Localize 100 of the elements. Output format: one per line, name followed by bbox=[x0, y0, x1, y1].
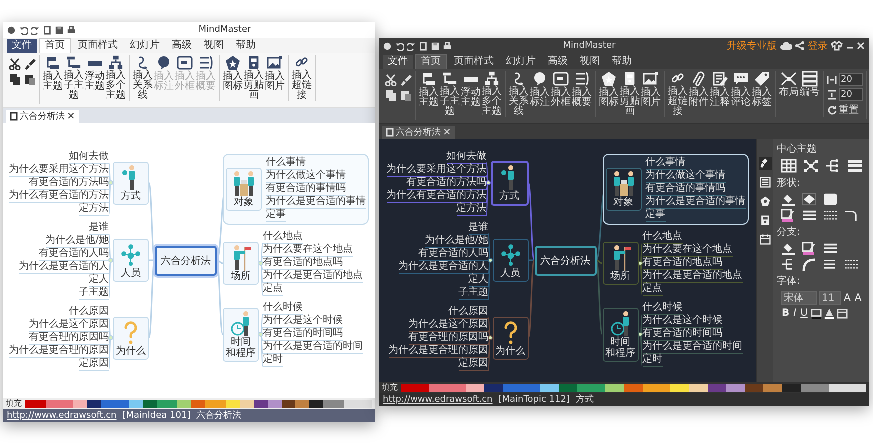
subtopic-label[interactable]: 为什么是他/她 bbox=[425, 234, 488, 248]
subtopic-label[interactable]: 有更合适的人吗 bbox=[418, 248, 488, 260]
ribbon-tab[interactable]: 视图 bbox=[575, 55, 605, 69]
subtopic-label[interactable]: 为什么是这个时候 bbox=[642, 315, 722, 328]
subtopic-label[interactable]: 为什么有更合适的方法 bbox=[386, 190, 486, 202]
ribbon-tab[interactable]: 高级 bbox=[543, 55, 573, 69]
dashed-lines-icon[interactable] bbox=[823, 209, 838, 222]
subtopic-label[interactable]: 为什么做这个事情 bbox=[646, 170, 726, 183]
subtopic-label[interactable]: 为什么是更合适的时间 bbox=[642, 341, 742, 354]
subtopic-label[interactable]: 为什么是更合适的事情 bbox=[266, 196, 366, 209]
shirt-icon[interactable] bbox=[831, 41, 843, 51]
save-icon[interactable] bbox=[431, 42, 440, 50]
topic-node[interactable]: 对象 bbox=[226, 168, 262, 211]
ribbon-button[interactable]: 插入图标 bbox=[599, 71, 619, 117]
rounded-square-icon[interactable] bbox=[823, 193, 838, 206]
subtopic-label[interactable]: 为什么要在这个地点 bbox=[263, 244, 353, 257]
subtopic-label[interactable]: 有更合适的时间吗 bbox=[263, 328, 343, 341]
undo-icon[interactable] bbox=[19, 26, 28, 34]
dashed-lines-icon[interactable] bbox=[844, 258, 859, 271]
ribbon-button[interactable]: 插入图片 bbox=[265, 55, 285, 101]
subtopic-label[interactable]: 为什么要采用这个方法 bbox=[386, 164, 486, 176]
border-pen-icon[interactable] bbox=[802, 242, 817, 255]
redo-icon[interactable] bbox=[407, 42, 416, 50]
panel-tab[interactable] bbox=[758, 157, 772, 170]
close-icon[interactable] bbox=[857, 42, 865, 50]
subtopic-label[interactable]: 是谁 bbox=[468, 222, 488, 234]
tab-close-button[interactable]: × bbox=[443, 127, 452, 138]
app-logo-icon[interactable] bbox=[383, 42, 392, 50]
subtopic-label[interactable]: 定时 bbox=[642, 354, 662, 367]
subtopic-label[interactable]: 定点 bbox=[642, 283, 662, 296]
ribbon-button[interactable]: 插入图片 bbox=[641, 71, 661, 117]
subtopic-label[interactable]: 为什么做这个事情 bbox=[266, 170, 346, 183]
ribbon-button[interactable]: 插入关系线 bbox=[133, 55, 153, 101]
subtopic-label[interactable]: 为什么是更合适的时间 bbox=[263, 341, 363, 354]
cloud-icon[interactable] bbox=[780, 41, 792, 51]
subtopic-label[interactable]: 有更合理的原因吗 bbox=[29, 332, 109, 344]
subtopic-label[interactable]: 什么地点 bbox=[642, 231, 682, 244]
copy-icon[interactable] bbox=[9, 73, 21, 85]
subtopic-label[interactable]: 定时 bbox=[263, 354, 283, 367]
paste-icon[interactable] bbox=[400, 89, 412, 101]
topic-node[interactable]: 人员 bbox=[492, 239, 528, 282]
panel-tab[interactable] bbox=[758, 233, 772, 246]
ribbon-button[interactable]: 插入主题 bbox=[43, 55, 63, 101]
redo-icon[interactable] bbox=[31, 26, 40, 34]
paste-icon[interactable] bbox=[24, 73, 36, 85]
ribbon-button[interactable]: 布局 bbox=[779, 71, 799, 117]
junction-dot[interactable] bbox=[488, 258, 493, 263]
subtopic-label[interactable]: 有更合适的事情吗 bbox=[266, 183, 346, 196]
ribbon-button[interactable]: 浮动主题 bbox=[85, 55, 105, 101]
subtopic-label[interactable]: 什么原因 bbox=[448, 306, 488, 318]
format-button[interactable]: B bbox=[781, 308, 791, 319]
topic-node[interactable]: 场所 bbox=[223, 242, 259, 285]
subtopic-label[interactable]: 为什么要采用这个方法 bbox=[9, 164, 109, 176]
subtopic-label[interactable]: 为什么是更合适的地点 bbox=[263, 270, 363, 283]
topic-node[interactable]: 对象 bbox=[606, 168, 642, 211]
ribbon-button[interactable]: 插入概要 bbox=[572, 71, 592, 117]
junction-dot[interactable] bbox=[486, 180, 491, 186]
save-icon[interactable] bbox=[55, 26, 64, 34]
ribbon-tab[interactable]: 帮助 bbox=[231, 39, 261, 53]
subtopic-label[interactable]: 为什么有更合适的方法 bbox=[9, 190, 109, 202]
ribbon-button[interactable]: 插入外框 bbox=[551, 71, 571, 117]
ribbon-button[interactable]: 插入图标 bbox=[223, 55, 243, 101]
subtopic-label[interactable]: 为什么是更合适的人 bbox=[398, 260, 488, 274]
subtopic-label[interactable]: 定人 bbox=[468, 274, 488, 286]
subtopic-label[interactable]: 为什么要在这个地点 bbox=[642, 244, 732, 257]
reset-button[interactable]: 重置 bbox=[827, 103, 863, 117]
topic-node[interactable]: 场所 bbox=[602, 242, 638, 285]
document-tab[interactable]: 六合分析法 × bbox=[6, 110, 80, 123]
ribbon-tab[interactable]: 首页 bbox=[415, 54, 447, 69]
undo-icon[interactable] bbox=[395, 42, 404, 50]
ribbon-button[interactable]: 插入附件 bbox=[689, 71, 709, 117]
subtopic-label[interactable]: 定事 bbox=[646, 209, 666, 222]
line-weight-icon[interactable] bbox=[823, 242, 838, 255]
subtopic-label[interactable]: 为什么是这个原因 bbox=[29, 318, 109, 332]
topic-node[interactable]: 时间 和程序 bbox=[602, 308, 638, 362]
ribbon-tab[interactable]: 幻灯片 bbox=[501, 55, 541, 69]
topic-node[interactable]: 为什么 bbox=[113, 316, 149, 360]
brush-icon[interactable] bbox=[24, 58, 36, 70]
topic-node[interactable]: 方式 bbox=[113, 162, 149, 204]
text-box-icon[interactable] bbox=[836, 308, 848, 319]
ribbon-button[interactable]: 插入多个主题 bbox=[482, 71, 502, 117]
diamond-icon[interactable] bbox=[802, 193, 817, 206]
document-tab-title[interactable]: 六合分析法 bbox=[20, 110, 65, 123]
subtopic-label[interactable]: 为什么是他/她 bbox=[46, 234, 109, 248]
subtopic-label[interactable]: 有更合适的地点吗 bbox=[263, 257, 343, 270]
ribbon-button[interactable]: 插入评论 bbox=[731, 71, 751, 117]
print-icon[interactable] bbox=[443, 42, 452, 50]
ribbon-tab[interactable]: 高级 bbox=[167, 39, 197, 53]
subtopic-label[interactable]: 什么时候 bbox=[642, 302, 682, 315]
subtopic-label[interactable]: 什么事情 bbox=[646, 157, 686, 170]
ribbon-button[interactable]: 插入注释 bbox=[710, 71, 730, 117]
junction-dot[interactable] bbox=[488, 336, 493, 340]
file-menu-tab[interactable]: 文件 bbox=[383, 55, 413, 69]
ribbon-button[interactable]: 插入多个主题 bbox=[106, 55, 126, 101]
subtopic-label[interactable]: 什么事情 bbox=[266, 157, 306, 170]
ribbon-button[interactable]: 插入剪贴画 bbox=[244, 55, 264, 101]
line-weight-icon[interactable] bbox=[802, 209, 817, 222]
subtopic-label[interactable]: 如何去做 bbox=[446, 150, 486, 164]
new-file-icon[interactable] bbox=[43, 26, 52, 34]
panel-tab[interactable] bbox=[758, 214, 772, 227]
